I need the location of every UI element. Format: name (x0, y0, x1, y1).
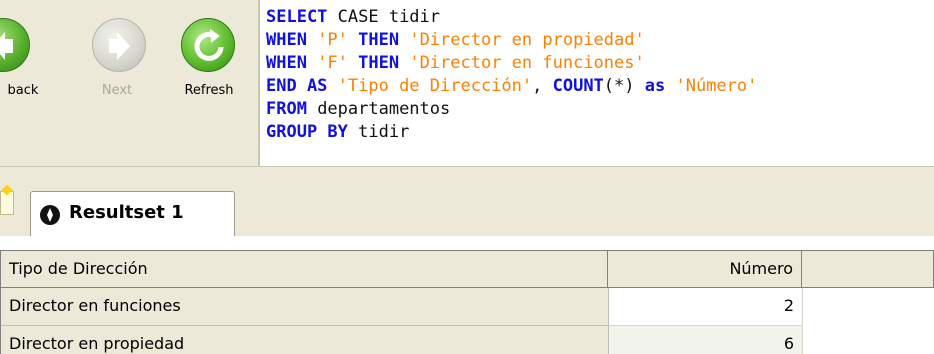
sql-keyword: GROUP BY (266, 122, 348, 142)
sql-text: tidir (347, 122, 410, 142)
sql-line: GROUP BY tidir (266, 121, 409, 143)
sql-string: 'Director en propiedad' (399, 30, 645, 50)
back-arrow-icon (0, 18, 30, 72)
sql-keyword: WHEN (266, 53, 307, 73)
sql-keyword: SELECT (266, 7, 328, 27)
sql-line: WHEN 'F' THEN 'Director en funciones' (266, 52, 645, 74)
next-arrow-icon (92, 18, 146, 72)
resultset-icon (40, 205, 60, 225)
results-grid: Tipo de Dirección Número Director en fun… (0, 236, 934, 354)
sql-keyword: as (644, 76, 666, 96)
sql-text: (*) (603, 76, 645, 96)
back-button[interactable]: back (0, 8, 46, 118)
sql-line: WHEN 'P' THEN 'Director en propiedad' (266, 29, 645, 51)
sql-string: 'P' (306, 30, 359, 50)
table-row[interactable]: Director en funciones 2 (0, 288, 934, 326)
column-header-tipo-direccion[interactable]: Tipo de Dirección (0, 250, 608, 288)
sql-text: CASE tidir (327, 7, 441, 27)
refresh-icon (181, 18, 235, 72)
value-cell[interactable]: 2 (608, 288, 802, 326)
sql-string: 'Director en funciones' (399, 53, 645, 73)
sql-editor[interactable]: SELECT CASE tidir WHEN 'P' THEN 'Director… (258, 0, 934, 166)
next-label: Next (101, 83, 133, 98)
sql-text: , (532, 76, 553, 96)
back-label: back (7, 83, 39, 98)
column-header-numero[interactable]: Número (608, 250, 802, 288)
tab-resultset-1[interactable]: Resultset 1 (30, 191, 235, 237)
sql-line: FROM departamentos (266, 98, 450, 120)
sql-text: departamentos (306, 99, 451, 119)
row-header-cell[interactable]: Director en funciones (0, 288, 608, 326)
empty-cell (802, 288, 934, 326)
sql-string: 'Tipo de Dirección' (327, 76, 533, 96)
empty-cell (802, 326, 934, 354)
refresh-button[interactable]: Refresh (172, 8, 246, 118)
sql-line: END AS 'Tipo de Dirección', COUNT(*) as … (266, 75, 757, 97)
sql-keyword: FROM (266, 99, 307, 119)
column-header-empty (802, 250, 934, 288)
grid-header-row: Tipo de Dirección Número (0, 250, 934, 288)
table-row[interactable]: Director en propiedad 6 (0, 326, 934, 354)
navigation-toolbar: back Next Refresh (0, 0, 258, 166)
sql-string: 'Número' (665, 76, 758, 96)
next-button[interactable]: Next (80, 8, 154, 118)
result-tab-strip: Resultset 1 (0, 166, 934, 237)
sql-keyword: THEN (358, 30, 400, 50)
sql-keyword: COUNT (552, 76, 604, 96)
value-cell[interactable]: 6 (608, 326, 802, 354)
refresh-label: Refresh (184, 83, 234, 98)
sql-string: 'F' (306, 53, 359, 73)
row-header-cell[interactable]: Director en propiedad (0, 326, 608, 354)
sql-keyword: WHEN (266, 30, 307, 50)
tab-resultset-label: Resultset 1 (69, 202, 184, 223)
sql-line: SELECT CASE tidir (266, 6, 440, 28)
sql-keyword: END AS (266, 76, 328, 96)
sql-keyword: THEN (358, 53, 400, 73)
new-tab-icon[interactable] (0, 191, 14, 215)
